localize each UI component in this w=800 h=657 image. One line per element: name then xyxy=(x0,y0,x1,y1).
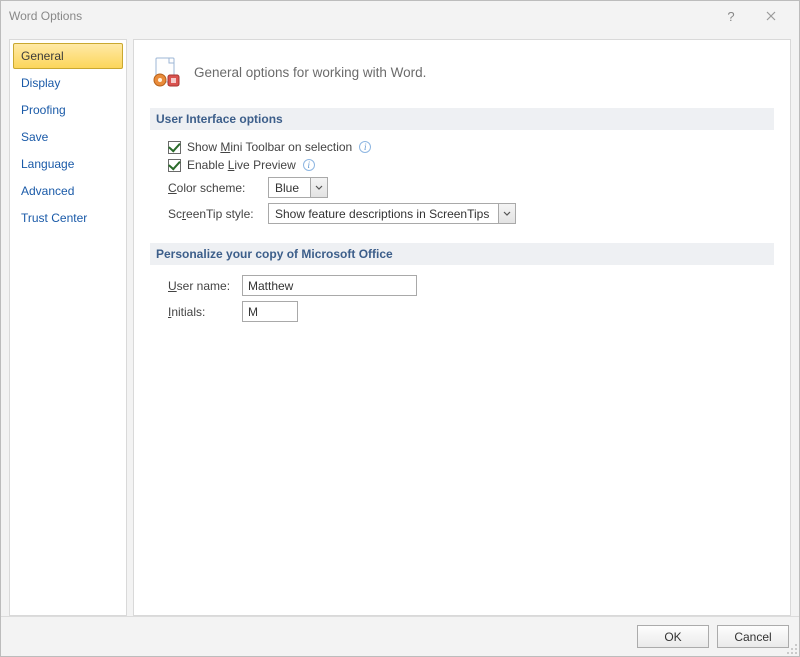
screentip-value: Show feature descriptions in ScreenTips xyxy=(269,204,498,223)
sidebar-item-label: Advanced xyxy=(21,184,74,198)
sidebar-item-trust-center[interactable]: Trust Center xyxy=(13,205,123,231)
sidebar-item-display[interactable]: Display xyxy=(13,70,123,96)
sidebar-item-label: General xyxy=(21,49,64,63)
chevron-down-icon xyxy=(503,211,511,217)
mini-toolbar-label: Show Mini Toolbar on selection xyxy=(187,140,352,154)
sidebar-item-label: Language xyxy=(21,157,74,171)
color-scheme-label: Color scheme: xyxy=(168,181,268,195)
sidebar-item-language[interactable]: Language xyxy=(13,151,123,177)
sidebar-item-label: Trust Center xyxy=(21,211,87,225)
page-header-text: General options for working with Word. xyxy=(194,65,426,80)
sidebar-item-general[interactable]: General xyxy=(13,43,123,69)
initials-input[interactable] xyxy=(242,301,298,322)
username-input[interactable] xyxy=(242,275,417,296)
window-title: Word Options xyxy=(9,9,82,23)
color-scheme-select[interactable]: Blue xyxy=(268,177,328,198)
word-options-dialog: Word Options ? General Display Proofing … xyxy=(0,0,800,657)
color-scheme-value: Blue xyxy=(269,178,310,197)
screentip-select[interactable]: Show feature descriptions in ScreenTips xyxy=(268,203,516,224)
sidebar-item-proofing[interactable]: Proofing xyxy=(13,97,123,123)
close-icon xyxy=(766,11,776,21)
titlebar: Word Options ? xyxy=(1,1,799,31)
dropdown-button[interactable] xyxy=(310,178,327,197)
resize-grip-icon[interactable] xyxy=(786,643,798,655)
main-panel: General options for working with Word. U… xyxy=(133,39,791,616)
help-button[interactable]: ? xyxy=(711,2,751,30)
live-preview-checkbox[interactable] xyxy=(168,159,181,172)
help-icon: ? xyxy=(727,9,734,24)
sidebar-item-advanced[interactable]: Advanced xyxy=(13,178,123,204)
dialog-footer: OK Cancel xyxy=(1,616,799,656)
sidebar-item-label: Save xyxy=(21,130,48,144)
initials-label: Initials: xyxy=(168,305,242,319)
section-personalize-body: User name: Initials: xyxy=(150,275,774,335)
section-personalize-header: Personalize your copy of Microsoft Offic… xyxy=(150,243,774,265)
close-button[interactable] xyxy=(751,2,791,30)
mini-toolbar-checkbox[interactable] xyxy=(168,141,181,154)
sidebar-item-label: Display xyxy=(21,76,60,90)
live-preview-label: Enable Live Preview xyxy=(187,158,296,172)
info-icon[interactable]: i xyxy=(359,141,371,153)
sidebar-item-label: Proofing xyxy=(21,103,66,117)
screentip-label: ScreenTip style: xyxy=(168,207,268,221)
sidebar-item-save[interactable]: Save xyxy=(13,124,123,150)
general-options-icon xyxy=(150,56,182,88)
dropdown-button[interactable] xyxy=(498,204,515,223)
section-ui-options-header: User Interface options xyxy=(150,108,774,130)
category-sidebar: General Display Proofing Save Language A… xyxy=(9,39,127,616)
info-icon[interactable]: i xyxy=(303,159,315,171)
username-label: User name: xyxy=(168,279,242,293)
section-ui-options-body: Show Mini Toolbar on selection i Enable … xyxy=(150,140,774,237)
chevron-down-icon xyxy=(315,185,323,191)
page-header: General options for working with Word. xyxy=(150,50,774,102)
ok-button[interactable]: OK xyxy=(637,625,709,648)
cancel-button[interactable]: Cancel xyxy=(717,625,789,648)
